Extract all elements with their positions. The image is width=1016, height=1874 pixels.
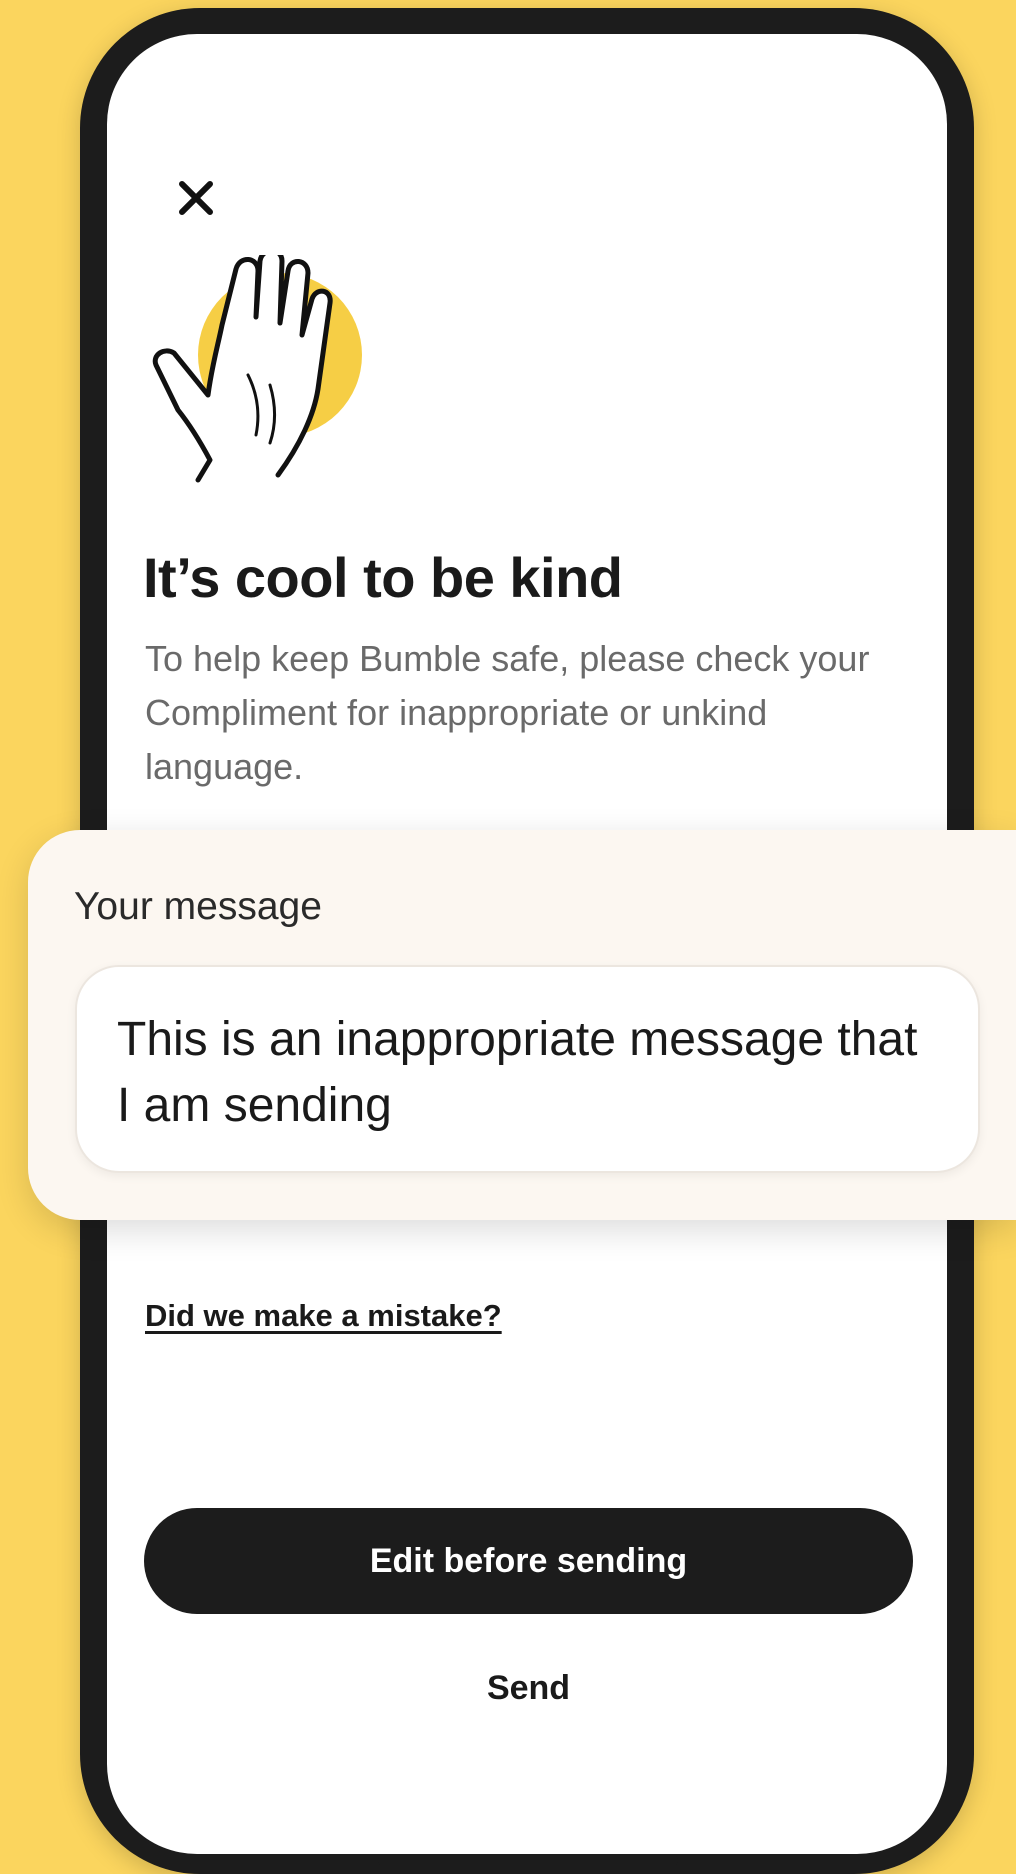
raised-hand-icon xyxy=(150,248,370,485)
close-icon[interactable] xyxy=(170,172,222,224)
modal-description: To help keep Bumble safe, please check y… xyxy=(145,638,870,787)
close-button[interactable] xyxy=(170,172,222,224)
edit-before-sending-button[interactable]: Edit before sending xyxy=(144,1508,913,1614)
mistake-link[interactable]: Did we make a mistake? xyxy=(145,1298,502,1334)
modal-title: It’s cool to be kind xyxy=(143,546,623,609)
message-label: Your message xyxy=(74,885,322,928)
message-text[interactable]: This is an inappropriate message that I … xyxy=(75,965,980,1173)
home-indicator xyxy=(378,1855,678,1866)
send-button[interactable]: Send xyxy=(144,1658,913,1718)
